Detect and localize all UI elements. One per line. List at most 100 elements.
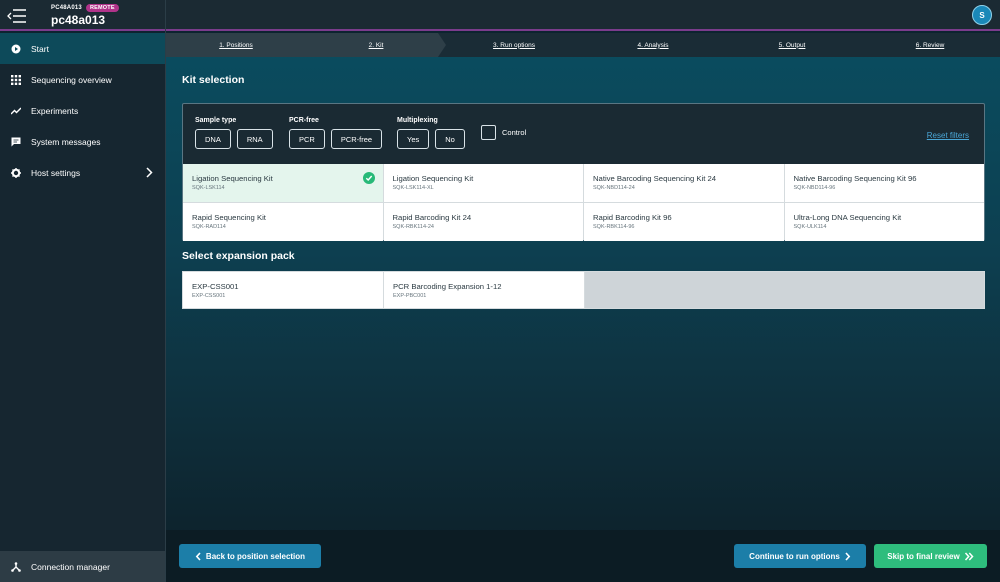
step-positions[interactable]: 1. Positions [186,33,286,57]
step-review[interactable]: 6. Review [880,33,980,57]
sidebar-item-sequencing-overview[interactable]: Sequencing overview [0,64,165,95]
filter-rna-button[interactable]: RNA [236,129,273,149]
kit-filters: Sample type DNA RNA PCR-free PCR PCR-fre… [183,104,984,164]
step-run-options[interactable]: 3. Run options [464,33,564,57]
kit-name: Ultra-Long DNA Sequencing Kit [793,213,902,222]
expansion-pack-grid: EXP-CSS001 EXP-CSS001 PCR Barcoding Expa… [182,271,985,309]
sidebar: Start Sequencing overview Experiments Sy… [0,33,165,582]
skip-to-review-button[interactable]: Skip to final review [874,544,987,568]
filter-label: PCR-free [289,117,319,124]
filter-label: Multiplexing [397,117,438,124]
sidebar-item-system-messages[interactable]: System messages [0,126,165,157]
kit-code: SQK-NBD114-24 [593,185,635,191]
step-output[interactable]: 5. Output [742,33,842,57]
chevron-right-icon [146,167,153,178]
host-name: pc48a013 [51,13,106,27]
expansion-pack-code: EXP-PBC001 [393,293,427,299]
sidebar-item-label: Sequencing overview [31,74,112,85]
message-icon [11,137,21,147]
kit-name: Native Barcoding Sequencing Kit 24 [593,174,717,183]
filter-label: Sample type [195,117,237,124]
trend-icon [11,106,21,116]
sidebar-item-host-settings[interactable]: Host settings [0,157,165,188]
connection-manager-label: Connection manager [31,561,110,572]
reset-filters-link[interactable]: Reset filters [927,131,969,140]
sidebar-item-label: Host settings [31,167,81,178]
sidebar-item-label: Start [31,43,49,54]
remote-badge: REMOTE [85,4,119,12]
kit-card[interactable]: Native Barcoding Sequencing Kit 96 SQK-N… [784,164,984,202]
kit-card[interactable]: Ligation Sequencing Kit SQK-LSK114 [183,164,383,202]
kit-card[interactable]: Ligation Sequencing Kit SQK-LSK114-XL [383,164,583,202]
kit-name: Ligation Sequencing Kit [392,174,474,183]
continue-button[interactable]: Continue to run options [734,544,866,568]
kit-selection-title: Kit selection [182,74,245,86]
expansion-pack-card[interactable]: EXP-CSS001 EXP-CSS001 [183,272,383,308]
step-analysis[interactable]: 4. Analysis [603,33,703,57]
sidebar-item-label: System messages [31,136,101,147]
step-progress-bar: 1. Positions 2. Kit 3. Run options 4. An… [166,33,1000,57]
connection-manager-button[interactable]: Connection manager [0,551,165,582]
menu-collapse-icon [7,8,26,23]
kit-card[interactable]: Rapid Sequencing Kit SQK-RAD114 [183,203,383,241]
kit-code: SQK-ULK114 [793,224,827,230]
menu-collapse-button[interactable] [0,0,34,31]
sidebar-item-start[interactable]: Start [0,33,165,64]
kit-grid: Ligation Sequencing Kit SQK-LSK114 Ligat… [183,164,984,241]
continue-button-label: Continue to run options [749,551,840,561]
kit-code: SQK-RBK114-24 [392,224,434,230]
kit-code: SQK-RBK114-96 [593,224,635,230]
kit-code: SQK-NBD114-96 [793,185,836,191]
filter-sample-type: Sample type DNA RNA [195,117,273,149]
expansion-pack-card[interactable]: PCR Barcoding Expansion 1-12 EXP-PBC001 [384,272,584,308]
expansion-pack-name: PCR Barcoding Expansion 1-12 [393,282,502,291]
host-info: PC48A013 REMOTE pc48a013 [51,4,119,27]
step-kit[interactable]: 2. Kit [326,33,426,57]
kit-name: Ligation Sequencing Kit [192,174,273,183]
filter-pcr-free: PCR-free PCR PCR-free [289,117,383,149]
gear-icon [11,167,21,178]
kit-card[interactable]: Native Barcoding Sequencing Kit 24 SQK-N… [584,164,784,202]
kit-code: SQK-LSK114-XL [392,185,434,191]
kit-selection-panel: Sample type DNA RNA PCR-free PCR PCR-fre… [182,103,985,241]
filter-multiplexing: Multiplexing Yes No [397,117,465,149]
filter-dna-button[interactable]: DNA [195,129,231,149]
filter-yes-button[interactable]: Yes [397,129,430,149]
chevron-right-icon [845,551,851,561]
sidebar-item-label: Experiments [31,105,79,116]
back-button-label: Back to position selection [205,551,306,561]
expansion-pack-name: EXP-CSS001 [192,282,239,291]
expansion-pack-empty-slot [585,272,984,308]
kit-code: SQK-RAD114 [192,224,226,230]
host-id: PC48A013 [51,5,82,11]
check-circle-icon [362,172,375,184]
control-label: Control [502,128,527,137]
kit-card[interactable]: Rapid Barcoding Kit 24 SQK-RBK114-24 [383,203,583,241]
top-bar: PC48A013 REMOTE pc48a013 S [0,0,1000,31]
play-circle-icon [11,44,21,54]
kit-name: Rapid Barcoding Kit 96 [593,213,672,222]
control-checkbox-group: Control [481,125,526,140]
filter-pcr-button[interactable]: PCR [289,129,325,149]
double-chevron-right-icon [964,551,974,561]
expansion-pack-title: Select expansion pack [182,250,295,262]
kit-name: Native Barcoding Sequencing Kit 96 [793,174,917,183]
network-icon [11,561,21,572]
kit-card[interactable]: Ultra-Long DNA Sequencing Kit SQK-ULK114 [784,203,984,241]
bottom-action-bar: Back to position selection Continue to r… [166,530,1000,582]
kit-card[interactable]: Rapid Barcoding Kit 96 SQK-RBK114-96 [584,203,784,241]
expansion-pack-code: EXP-CSS001 [192,293,226,299]
filter-pcr-free-button[interactable]: PCR-free [330,129,383,149]
back-button[interactable]: Back to position selection [179,544,321,568]
grid-icon [11,74,21,85]
user-avatar[interactable]: S [972,5,992,25]
sidebar-item-experiments[interactable]: Experiments [0,95,165,126]
skip-button-label: Skip to final review [887,551,960,561]
kit-name: Rapid Sequencing Kit [192,213,266,222]
chevron-left-icon [195,551,201,561]
kit-name: Rapid Barcoding Kit 24 [392,213,472,222]
filter-no-button[interactable]: No [435,129,465,149]
main-content: 1. Positions 2. Kit 3. Run options 4. An… [166,33,1000,582]
kit-code: SQK-LSK114 [192,185,225,191]
control-checkbox[interactable] [481,125,496,140]
